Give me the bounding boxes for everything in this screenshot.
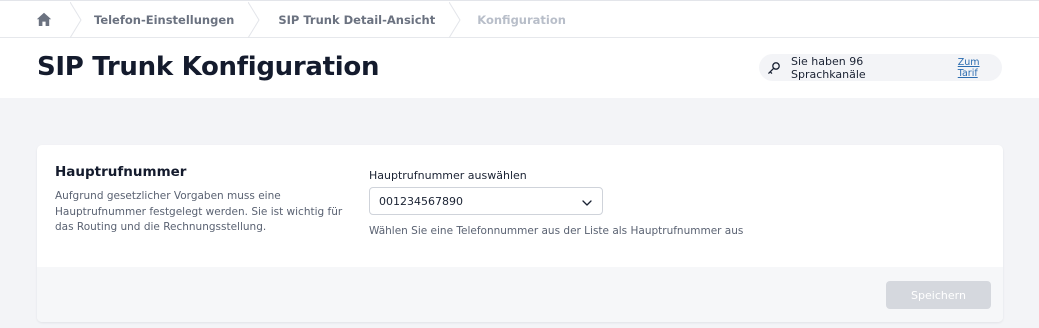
main-number-select[interactable]: 001234567890 [369, 187, 603, 215]
card-info: Hauptrufnummer Aufgrund gesetzlicher Vor… [55, 164, 355, 236]
selected-number: 001234567890 [379, 194, 463, 208]
card-footer: Speichern [37, 267, 1003, 322]
breadcrumb-label: SIP Trunk Detail-Ansicht [278, 12, 436, 27]
breadcrumb-separator [248, 1, 260, 38]
breadcrumb-separator [449, 1, 461, 38]
breadcrumb-separator [70, 1, 82, 38]
card-title: Hauptrufnummer [55, 164, 187, 180]
card-description: Aufgrund gesetzlicher Vorgaben muss eine… [55, 190, 343, 233]
key-icon [767, 61, 781, 75]
breadcrumb-label: Telefon-Einstellungen [94, 12, 235, 27]
breadcrumb: Telefon-Einstellungen SIP Trunk Detail-A… [0, 1, 1039, 38]
field-hint: Wählen Sie eine Telefonnummer aus der Li… [369, 225, 744, 237]
breadcrumb-item-telefon-einstellungen[interactable]: Telefon-Einstellungen [82, 2, 248, 38]
save-button[interactable]: Speichern [886, 281, 991, 309]
main-number-card: Hauptrufnummer Aufgrund gesetzlicher Vor… [37, 145, 1003, 322]
breadcrumb-item-konfiguration: Konfiguration [461, 2, 566, 38]
channel-info-pill: Sie haben 96 Sprachkanäle Zum Tarif [759, 54, 1002, 81]
chevron-down-icon [582, 197, 592, 210]
page-title: SIP Trunk Konfiguration [37, 52, 380, 82]
breadcrumb-item-sip-trunk-detail[interactable]: SIP Trunk Detail-Ansicht [260, 2, 449, 38]
tariff-link[interactable]: Zum Tarif [958, 57, 1002, 79]
field-label: Hauptrufnummer auswählen [369, 169, 527, 182]
breadcrumb-label: Konfiguration [477, 12, 566, 27]
home-icon[interactable] [0, 2, 70, 38]
top-header: Telefon-Einstellungen SIP Trunk Detail-A… [0, 0, 1039, 98]
channel-count-text: Sie haben 96 Sprachkanäle [791, 54, 866, 81]
